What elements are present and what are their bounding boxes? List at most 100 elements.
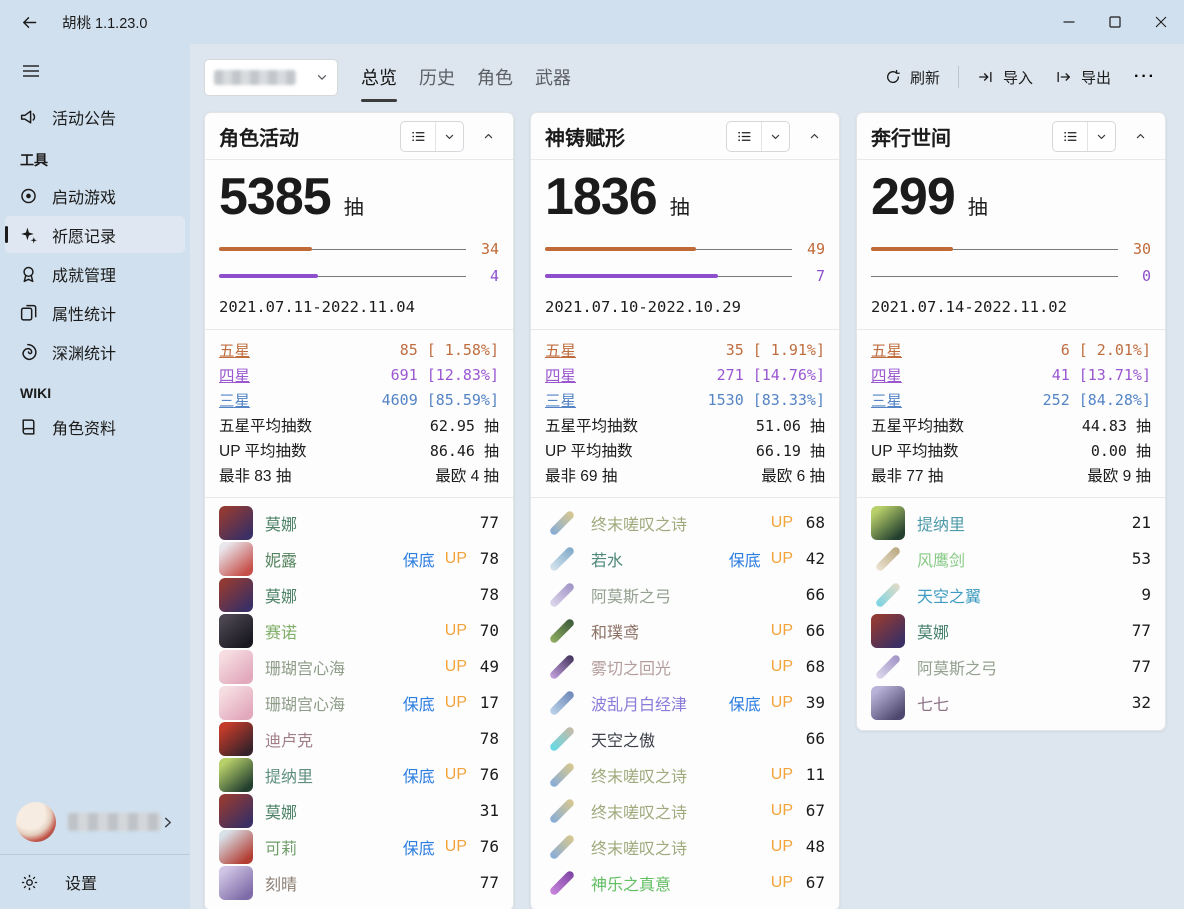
close-button[interactable]: [1138, 0, 1184, 44]
rarity-stat-row: 三星 4609 [85.59%]: [219, 388, 499, 413]
tab-history[interactable]: 历史: [408, 44, 466, 110]
sidebar-item-character-wiki[interactable]: 角色资料: [5, 408, 185, 445]
hamburger-icon: [23, 64, 39, 78]
item-name: 终末嗟叹之诗: [591, 763, 687, 787]
collapse-card-button[interactable]: [1125, 121, 1155, 151]
item-thumbnail: [219, 578, 253, 612]
gacha-item-row: 七七 保底 UP 32: [867, 685, 1155, 721]
rarity-count: 4609: [382, 391, 418, 409]
gacha-item-row: 莫娜 保底 UP 77: [867, 613, 1155, 649]
rarity-filter-link[interactable]: 四星: [871, 364, 902, 386]
rarity-count: 85: [400, 341, 418, 359]
weapon-icon: [549, 581, 576, 608]
rarity-percent: [ 1.58%]: [427, 341, 499, 359]
progress-track: [219, 268, 466, 285]
sidebar-item-attribute-stats[interactable]: 属性统计: [5, 294, 185, 331]
rarity-percent: [13.71%]: [1079, 366, 1151, 384]
collapse-card-button[interactable]: [473, 121, 503, 151]
up-badge: UP: [445, 658, 467, 676]
refresh-button[interactable]: 刷新: [874, 60, 951, 95]
rarity-filter-link[interactable]: 三星: [219, 389, 250, 411]
pity-count: 0: [1127, 267, 1151, 285]
app-window: 胡桃 1.1.23.0 活动公告: [0, 0, 1184, 909]
uid-selector[interactable]: [204, 59, 338, 96]
import-button[interactable]: 导入: [966, 60, 1044, 95]
sidebar-nav: 活动公告 工具 启动游戏 祈愿记录: [0, 96, 190, 447]
rarity-filter-link[interactable]: 五星: [871, 339, 902, 361]
item-thumbnail: [545, 578, 579, 612]
weapon-icon: [549, 725, 576, 752]
gacha-item-row: 刻晴 保底 UP 77: [215, 865, 503, 901]
tab-characters[interactable]: 角色: [466, 44, 524, 110]
gacha-item-row: 若水 保底 UP 42: [541, 541, 829, 577]
refresh-label: 刷新: [910, 67, 940, 88]
list-icon: [727, 122, 761, 151]
item-thumbnail: [545, 650, 579, 684]
rarity-filter-link[interactable]: 三星: [545, 389, 576, 411]
rarity-percent: [12.83%]: [427, 366, 499, 384]
sidebar-item-achievements[interactable]: 成就管理: [5, 255, 185, 292]
gacha-item-row: 和璞鸢 保底 UP 66: [541, 613, 829, 649]
minimize-button[interactable]: [1046, 0, 1092, 44]
collapse-card-button[interactable]: [799, 121, 829, 151]
sidebar-item-wish-records[interactable]: 祈愿记录: [5, 216, 185, 253]
stat-value: 51.06 抽: [756, 415, 825, 436]
rarity-filter-link[interactable]: 四星: [545, 364, 576, 386]
back-button[interactable]: [12, 6, 46, 38]
item-thumbnail: [219, 686, 253, 720]
stats-section: 五星 35[ 1.91%] 四星 271[14.76%] 三星 1530[83.…: [531, 329, 839, 497]
item-name: 和璞鸢: [591, 619, 639, 643]
pull-count: 21: [1129, 513, 1151, 532]
sidebar-item-launch-game[interactable]: 启动游戏: [5, 177, 185, 214]
sidebar-item-settings[interactable]: 设置: [0, 855, 190, 909]
list-mode-split-button[interactable]: [1052, 121, 1116, 152]
sidebar-item-abyss-stats[interactable]: 深渊统计: [5, 333, 185, 370]
rarity-filter-link[interactable]: 五星: [219, 339, 250, 361]
list-mode-split-button[interactable]: [400, 121, 464, 152]
more-button[interactable]: ···: [1122, 61, 1168, 93]
item-name: 妮露: [265, 547, 297, 571]
rarity-percent: [ 1.91%]: [753, 341, 825, 359]
tab-overview[interactable]: 总览: [350, 44, 408, 110]
rarity-filter-link[interactable]: 五星: [545, 339, 576, 361]
item-name: 可莉: [265, 835, 297, 859]
pull-count: 67: [803, 873, 825, 892]
rarity-percent: [84.28%]: [1079, 391, 1151, 409]
import-icon: [977, 69, 994, 85]
gacha-item-row: 终末嗟叹之诗 保底 UP 48: [541, 829, 829, 865]
rarity-count: 41: [1052, 366, 1070, 384]
menu-toggle-button[interactable]: [12, 54, 50, 88]
item-name: 刻晴: [265, 871, 297, 895]
item-name: 神乐之真意: [591, 871, 671, 895]
chevron-down-icon: [762, 122, 789, 151]
sidebar-item-announcements[interactable]: 活动公告: [5, 98, 185, 135]
up-badge: UP: [771, 658, 793, 676]
progress-track: [871, 268, 1118, 285]
weapon-icon: [549, 761, 576, 788]
progress-track: [545, 241, 792, 258]
refresh-icon: [885, 69, 901, 85]
sidebar-item-label: 成就管理: [52, 262, 116, 286]
rarity-filter-link[interactable]: 四星: [219, 364, 250, 386]
list-icon: [401, 122, 435, 151]
maximize-button[interactable]: [1092, 0, 1138, 44]
gacha-item-row: 雾切之回光 保底 UP 68: [541, 649, 829, 685]
toolbar: 总览 历史 角色 武器 刷新: [190, 44, 1184, 110]
list-mode-split-button[interactable]: [726, 121, 790, 152]
item-name: 终末嗟叹之诗: [591, 835, 687, 859]
gacha-item-row: 提纳里 保底 UP 21: [867, 505, 1155, 541]
gacha-item-row: 终末嗟叹之诗 保底 UP 11: [541, 757, 829, 793]
up-badge: UP: [771, 802, 793, 820]
card-header: 神铸赋形: [531, 113, 839, 160]
tab-weapons[interactable]: 武器: [524, 44, 582, 110]
rarity-percent: [85.59%]: [427, 391, 499, 409]
luckiest-value: 最欧 4 抽: [435, 464, 499, 486]
up-badge: UP: [771, 838, 793, 856]
rarity-filter-link[interactable]: 三星: [871, 389, 902, 411]
cards-icon: [19, 303, 38, 322]
book-icon: [19, 417, 38, 436]
item-name: 雾切之回光: [591, 655, 671, 679]
export-button[interactable]: 导出: [1044, 60, 1122, 95]
user-account-row[interactable]: [0, 790, 190, 854]
pull-count: 67: [803, 801, 825, 820]
